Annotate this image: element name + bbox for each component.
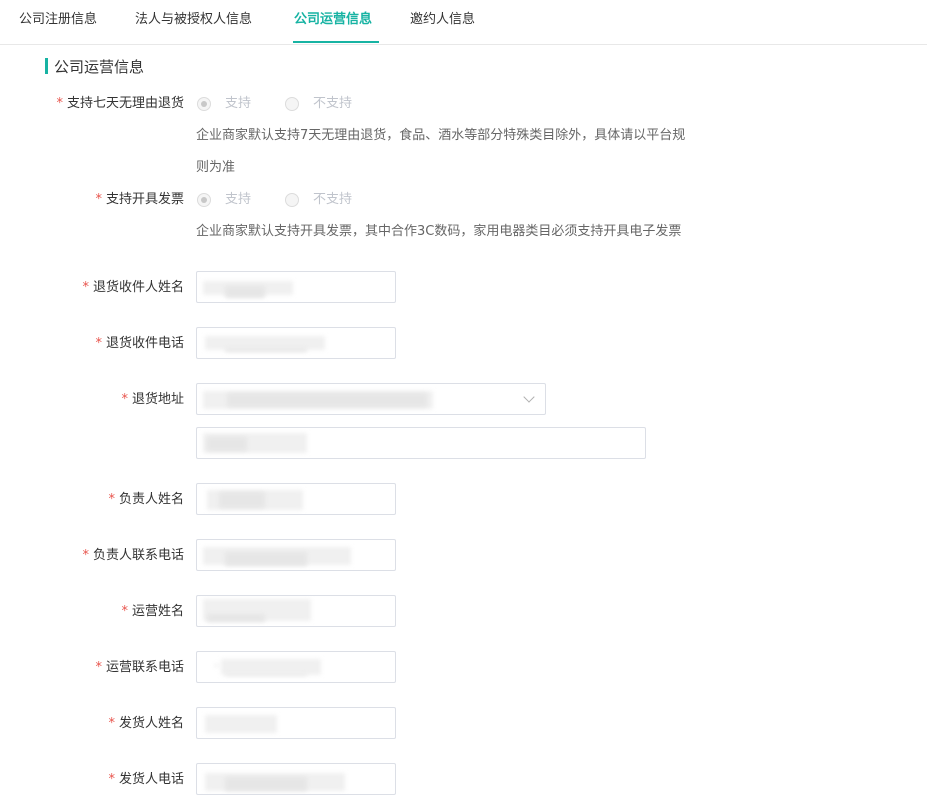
return-name-input[interactable] xyxy=(196,271,396,303)
redacted-value xyxy=(225,286,265,298)
required-mark: * xyxy=(82,280,89,295)
shipper-phone-input[interactable] xyxy=(196,763,396,795)
ops-phone-input[interactable] xyxy=(196,651,396,683)
required-mark: * xyxy=(95,336,102,351)
invoice-label: * 支持开具发票 xyxy=(95,192,184,207)
required-mark: * xyxy=(108,716,115,731)
required-mark: * xyxy=(95,660,102,675)
return-name-label: * 退货收件人姓名 xyxy=(82,280,184,295)
manager-name-input[interactable] xyxy=(196,483,396,515)
return-phone-input[interactable] xyxy=(196,327,396,359)
return-address-label: * 退货地址 xyxy=(121,392,184,407)
tab-legal-representative[interactable]: 法人与被授权人信息 xyxy=(135,11,252,29)
required-mark: * xyxy=(108,492,115,507)
tab-company-operations[interactable]: 公司运营信息 xyxy=(294,11,372,29)
redacted-value xyxy=(219,492,265,508)
invoice-not-support-label[interactable]: 不支持 xyxy=(313,191,352,209)
return-policy-label: * 支持七天无理由退货 xyxy=(56,96,184,111)
section-title: 公司运营信息 xyxy=(54,58,145,76)
required-mark: * xyxy=(108,772,115,787)
redacted-value xyxy=(221,659,321,675)
manager-phone-label: * 负责人联系电话 xyxy=(82,548,184,563)
redacted-value xyxy=(225,348,307,352)
required-mark: * xyxy=(82,548,89,563)
shipper-phone-label: * 发货人电话 xyxy=(108,772,184,787)
return-address-detail-input[interactable] xyxy=(196,427,646,459)
return-policy-hint-line1: 企业商家默认支持7天无理由退货，食品、酒水等部分特殊类目除外，具体请以平台规 xyxy=(196,128,686,143)
redacted-value xyxy=(227,393,427,407)
active-tab-indicator xyxy=(293,41,379,43)
tab-bar: 公司注册信息 法人与被授权人信息 公司运营信息 邀约人信息 xyxy=(0,0,927,45)
ops-phone-label: * 运营联系电话 xyxy=(95,660,184,675)
tab-company-registration[interactable]: 公司注册信息 xyxy=(19,11,97,29)
return-policy-hint-line2: 则为准 xyxy=(196,160,236,175)
redacted-value xyxy=(225,674,307,676)
tab-inviter-info[interactable]: 邀约人信息 xyxy=(410,11,475,29)
shipper-name-input[interactable] xyxy=(196,707,396,739)
invoice-support-radio[interactable] xyxy=(197,193,211,207)
return-policy-support-radio[interactable] xyxy=(197,97,211,111)
manager-name-label: * 负责人姓名 xyxy=(108,492,184,507)
required-mark: * xyxy=(95,192,102,207)
redacted-value xyxy=(207,614,265,622)
required-mark: * xyxy=(56,96,63,111)
redacted-value xyxy=(225,552,307,566)
ops-name-label: * 运营姓名 xyxy=(121,604,184,619)
redacted-value xyxy=(205,715,277,733)
chevron-down-icon[interactable] xyxy=(523,391,535,403)
redacted-value xyxy=(215,664,218,667)
return-phone-label: * 退货收件电话 xyxy=(95,336,184,351)
return-policy-not-support-radio[interactable] xyxy=(285,97,299,111)
ops-name-input[interactable] xyxy=(196,595,396,627)
manager-phone-input[interactable] xyxy=(196,539,396,571)
redacted-value xyxy=(225,777,307,791)
return-policy-not-support-label[interactable]: 不支持 xyxy=(313,95,352,113)
shipper-name-label: * 发货人姓名 xyxy=(108,716,184,731)
required-mark: * xyxy=(121,392,128,407)
return-region-select[interactable] xyxy=(196,383,546,415)
invoice-support-label[interactable]: 支持 xyxy=(225,191,251,209)
section-accent-bar xyxy=(45,58,48,74)
return-policy-support-label[interactable]: 支持 xyxy=(225,95,251,113)
required-mark: * xyxy=(121,604,128,619)
redacted-value xyxy=(207,437,247,451)
invoice-not-support-radio[interactable] xyxy=(285,193,299,207)
invoice-hint: 企业商家默认支持开具发票，其中合作3C数码，家用电器类目必须支持开具电子发票 xyxy=(196,224,682,239)
